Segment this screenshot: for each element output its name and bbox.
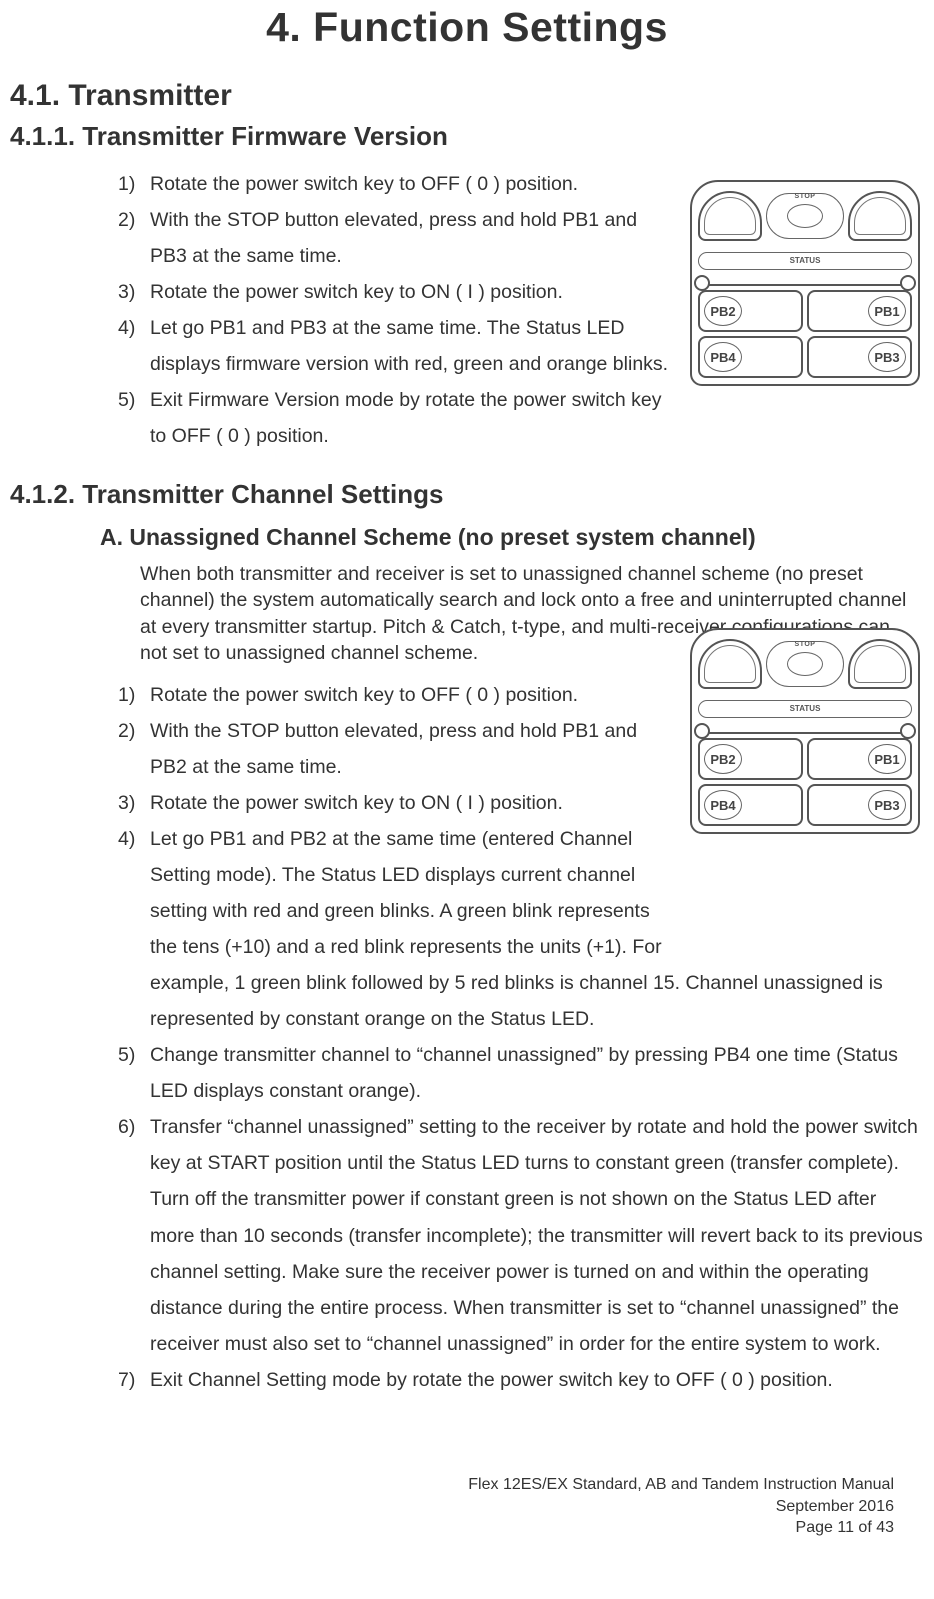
subsection-a-heading: A. Unassigned Channel Scheme (no preset … <box>10 524 924 551</box>
list-item: 4) Let go PB1 and PB2 at the same time (… <box>118 821 924 1037</box>
pb2-button: PB2 <box>698 290 803 332</box>
list-item: 5) Change transmitter channel to “channel… <box>118 1037 924 1109</box>
step-number: 1) <box>118 677 135 713</box>
step-number: 5) <box>118 382 135 418</box>
section-4-1-1-heading: 4.1.1. Transmitter Firmware Version <box>10 121 924 152</box>
pb1-button: PB1 <box>807 290 912 332</box>
list-item: 4) Let go PB1 and PB3 at the same time. T… <box>118 310 674 382</box>
right-knob-icon <box>848 191 912 241</box>
device-top-row: STOP <box>698 188 912 244</box>
step-text: Rotate the power switch key to OFF ( 0 )… <box>150 684 578 706</box>
step-text-cont: example, 1 green blink followed by 5 red… <box>150 965 924 1037</box>
step-text: Change transmitter channel to “channel u… <box>150 1044 898 1102</box>
page-footer: Flex 12ES/EX Standard, AB and Tandem Ins… <box>468 1474 894 1539</box>
status-bar: STATUS <box>698 252 912 270</box>
footer-date: September 2016 <box>468 1496 894 1518</box>
step-text: Rotate the power switch key to OFF ( 0 )… <box>150 173 578 195</box>
pb4-button: PB4 <box>698 336 803 378</box>
footer-page-number: Page 11 of 43 <box>468 1517 894 1539</box>
transmitter-figure-1: STOP STATUS PB2 PB1 PB4 PB3 <box>690 180 920 394</box>
list-item: 3) Rotate the power switch key to ON ( I … <box>118 785 924 821</box>
list-item: 7) Exit Channel Setting mode by rotate th… <box>118 1362 924 1398</box>
pb-grid: PB2 PB1 PB4 PB3 <box>698 290 912 378</box>
step-number: 2) <box>118 202 135 238</box>
step-text: Transfer “channel unassigned” setting to… <box>150 1116 923 1354</box>
left-knob-icon <box>698 191 762 241</box>
step-number: 1) <box>118 166 135 202</box>
step-number: 4) <box>118 310 135 346</box>
section-4-1-2-heading: 4.1.2. Transmitter Channel Settings <box>10 479 924 510</box>
step-text: Rotate the power switch key to ON ( I ) … <box>150 792 563 814</box>
step-text: Exit Firmware Version mode by rotate the… <box>150 389 662 447</box>
stop-oval-icon <box>787 652 823 676</box>
stop-label: STOP <box>795 193 816 200</box>
stop-button-zone: STOP <box>766 193 844 239</box>
step-text: Let go PB1 and PB2 at the same time (ent… <box>150 821 924 965</box>
list-item: 2) With the STOP button elevated, press a… <box>118 713 924 785</box>
footer-manual-title: Flex 12ES/EX Standard, AB and Tandem Ins… <box>468 1474 894 1496</box>
step-text: Exit Channel Setting mode by rotate the … <box>150 1369 833 1391</box>
step-text: With the STOP button elevated, press and… <box>150 720 637 778</box>
step-number: 2) <box>118 713 135 749</box>
step-text: Rotate the power switch key to ON ( I ) … <box>150 281 563 303</box>
brace-icon <box>698 272 912 286</box>
pb4-label: PB4 <box>704 342 742 372</box>
step-number: 7) <box>118 1362 135 1398</box>
list-item: 1) Rotate the power switch key to OFF ( 0… <box>118 166 674 202</box>
list-item: 5) Exit Firmware Version mode by rotate t… <box>118 382 674 454</box>
list-item: 3) Rotate the power switch key to ON ( I … <box>118 274 674 310</box>
list-item: 2) With the STOP button elevated, press a… <box>118 202 674 274</box>
section-4-1-heading: 4.1. Transmitter <box>10 79 924 113</box>
list-item: 1) Rotate the power switch key to OFF ( 0… <box>118 677 924 713</box>
stop-oval-icon <box>787 204 823 228</box>
device-outline: STOP STATUS PB2 PB1 PB4 PB3 <box>690 180 920 386</box>
step-number: 3) <box>118 785 135 821</box>
step-number: 3) <box>118 274 135 310</box>
step-text: Let go PB1 and PB3 at the same time. The… <box>150 317 668 375</box>
step-number: 5) <box>118 1037 135 1073</box>
pb3-label: PB3 <box>868 342 906 372</box>
pb2-label: PB2 <box>704 296 742 326</box>
list-item: 6) Transfer “channel unassigned” setting … <box>118 1109 924 1361</box>
channel-steps: 1) Rotate the power switch key to OFF ( 0… <box>10 677 924 1398</box>
chapter-title: 4. Function Settings <box>10 4 924 51</box>
step-number: 6) <box>118 1109 135 1145</box>
pb1-label: PB1 <box>868 296 906 326</box>
stop-label: STOP <box>795 641 816 648</box>
step-text: With the STOP button elevated, press and… <box>150 209 637 267</box>
step-number: 4) <box>118 821 135 857</box>
pb3-button: PB3 <box>807 336 912 378</box>
